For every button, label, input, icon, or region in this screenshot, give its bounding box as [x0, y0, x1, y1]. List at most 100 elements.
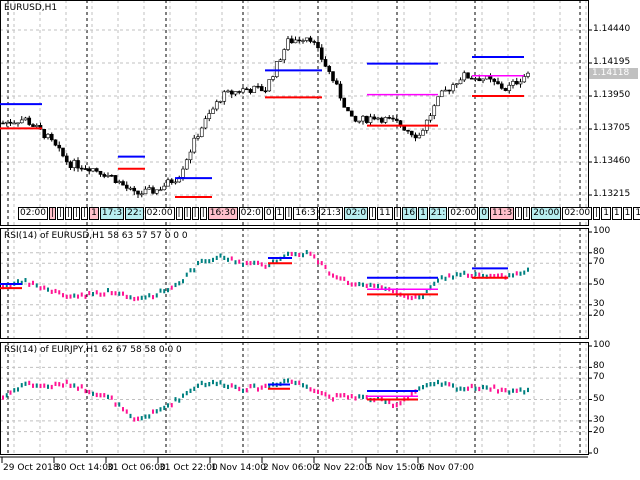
- date-axis-label: 31 Oct 22:00: [159, 463, 218, 473]
- date-axis-label: 29 Oct 2018: [3, 463, 59, 473]
- candle-bear: [244, 88, 249, 91]
- time-label-box: |: [48, 207, 56, 220]
- time-label-box: 02:00: [18, 207, 48, 220]
- rsi-tick: 80: [593, 246, 605, 257]
- candle-bull: [368, 116, 373, 123]
- candle-bull: [139, 193, 144, 196]
- time-label-box: 16: [401, 207, 418, 220]
- candle-bull: [19, 119, 24, 124]
- rsi-eurjpy-title: RSI(14) of EURJPY,H1 62 67 58 58 0 0 0: [4, 345, 182, 355]
- candle-bull: [72, 160, 77, 168]
- candle-bear: [492, 78, 497, 82]
- candle-bull: [462, 72, 467, 81]
- metatrader-chart-window[interactable]: EURUSD,H1 1.14440 1.14195 1.13950 1.13705 1.…: [0, 0, 640, 480]
- rsi-tick: 70: [593, 372, 605, 383]
- candle-bear: [477, 78, 482, 82]
- candle-bear: [372, 116, 377, 120]
- candle-bear: [387, 117, 392, 119]
- time-label-box: 16:30: [207, 207, 238, 220]
- candle-bull: [439, 90, 444, 98]
- time-label-box: 1: [418, 207, 428, 220]
- time-label-box: 1: [633, 207, 640, 220]
- time-label-box: |: [56, 207, 65, 220]
- candle-bear: [394, 118, 399, 121]
- candle-bear: [379, 117, 384, 123]
- price-tick: 1.13215: [593, 189, 631, 199]
- rsi-tick: 80: [593, 361, 605, 372]
- time-label-box: 1: [89, 207, 99, 220]
- candle-bull: [518, 81, 523, 85]
- price-tick: 1.13950: [593, 90, 631, 100]
- candle-bear: [57, 144, 62, 149]
- candle-bull: [173, 181, 178, 184]
- candle-bear: [316, 42, 320, 49]
- time-label-box: 1: [601, 207, 611, 220]
- candle-bull: [241, 88, 245, 93]
- time-label-box: 21:: [428, 207, 448, 220]
- candle-bull: [12, 122, 17, 125]
- candle-bear: [334, 80, 339, 85]
- time-label-box: 11:3: [489, 207, 515, 220]
- candle-bull: [158, 189, 163, 192]
- candle-bull: [222, 91, 227, 102]
- candle-bear: [87, 168, 92, 172]
- candle-bear: [413, 134, 418, 139]
- date-axis-label: 2 Nov 06:00: [263, 463, 318, 473]
- candle-bear: [49, 133, 54, 141]
- time-label-box: 1: [274, 207, 285, 220]
- candle-bull: [432, 105, 437, 116]
- candle-bear: [94, 168, 99, 172]
- candle-bull: [376, 117, 380, 120]
- candle-bull: [203, 118, 208, 129]
- time-label-box: 02:0: [238, 207, 263, 220]
- candle-bull: [271, 76, 275, 80]
- candle-bear: [83, 168, 88, 170]
- time-label-box: |: [183, 207, 191, 220]
- candle-bear: [79, 167, 84, 170]
- time-label-box: |: [175, 207, 183, 220]
- candle-bull: [106, 175, 110, 177]
- candle-bull: [511, 81, 515, 86]
- time-label-box: 1: [622, 207, 633, 220]
- candle-bull: [16, 122, 20, 125]
- time-label-box: 11: [377, 207, 393, 220]
- candle-bull: [34, 124, 39, 127]
- candle-bull: [428, 115, 433, 121]
- date-axis-label: 1 Nov 14:00: [211, 463, 266, 473]
- candle-bull: [267, 79, 272, 92]
- candle-bull: [274, 61, 279, 77]
- candle-bear: [349, 110, 354, 117]
- rsi-eurusd-title: RSI(14) of EURUSD,H1 58 63 57 57 0 0 0: [4, 231, 188, 241]
- candle-bull: [46, 133, 50, 139]
- time-label-box: 22:: [125, 207, 144, 220]
- time-label-box: |: [515, 207, 523, 220]
- candle-bear: [109, 175, 114, 177]
- candle-bull: [207, 113, 212, 119]
- candle-bear: [237, 91, 242, 93]
- candle-bull: [4, 121, 9, 124]
- candle-bear: [503, 88, 508, 91]
- candle-bear: [42, 129, 47, 139]
- time-label-box: 0: [479, 207, 489, 220]
- candle-bull: [383, 117, 388, 123]
- candle-bull: [143, 188, 148, 195]
- time-label-box: |: [73, 207, 81, 220]
- candle-bear: [409, 130, 414, 136]
- time-label-box: 21:3: [318, 207, 343, 220]
- candle-bull: [233, 91, 238, 95]
- candle-bear: [289, 38, 294, 44]
- time-label-box: |: [593, 207, 601, 220]
- candle-bear: [469, 77, 474, 80]
- candle-bull: [481, 78, 485, 82]
- candle-bear: [346, 107, 350, 112]
- time-label-box: |: [199, 207, 207, 220]
- candle-bull: [91, 168, 95, 172]
- rsi-tick: 0: [593, 447, 599, 457]
- candle-bear: [499, 83, 504, 89]
- candle-bull: [522, 76, 527, 83]
- candle-bear: [327, 66, 332, 72]
- candle-bear: [136, 190, 140, 195]
- candle-bull: [252, 85, 257, 93]
- candle-bear: [76, 160, 80, 169]
- main-panel-border: [0, 0, 589, 226]
